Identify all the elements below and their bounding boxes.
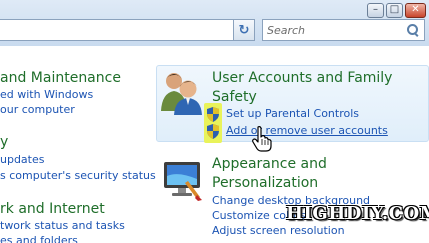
add-remove-accounts-link[interactable]: Add or remove user accounts	[226, 124, 388, 137]
window-controls: – □ ✕	[367, 3, 426, 18]
system-maintenance-heading[interactable]: and Maintenance	[0, 70, 121, 86]
uac-shield-icon	[207, 107, 219, 122]
search-icon[interactable]	[406, 23, 420, 37]
control-panel-content: and Maintenance ed with Windows our comp…	[0, 46, 429, 243]
window-chrome: – □ ✕ ↻ Search	[0, 0, 429, 46]
security-status-link[interactable]: s computer's security status	[0, 169, 156, 182]
uac-shield-icon	[207, 124, 219, 139]
backup-computer-link[interactable]: our computer	[0, 103, 75, 116]
users-icon[interactable]	[160, 69, 204, 115]
search-placeholder: Search	[267, 23, 306, 37]
minimize-button[interactable]: –	[367, 3, 384, 18]
search-input[interactable]: Search	[262, 19, 425, 41]
refresh-icon: ↻	[238, 22, 250, 38]
refresh-button[interactable]: ↻	[233, 19, 255, 41]
screen-resolution-link[interactable]: Adjust screen resolution	[212, 224, 345, 237]
share-files-link[interactable]: es and folders	[0, 234, 78, 243]
network-status-link[interactable]: twork status and tasks	[0, 219, 125, 232]
parental-controls-link[interactable]: Set up Parental Controls	[226, 107, 359, 120]
address-bar[interactable]	[0, 19, 248, 41]
check-updates-link[interactable]: updates	[0, 153, 45, 166]
close-button[interactable]: ✕	[405, 3, 426, 18]
network-internet-heading[interactable]: rk and Internet	[0, 201, 105, 217]
watermark: HIGHDIY.COM	[286, 203, 429, 224]
get-started-link[interactable]: ed with Windows	[0, 88, 93, 101]
display-paint-icon[interactable]	[160, 159, 204, 201]
security-heading[interactable]: y	[0, 134, 8, 150]
user-accounts-heading-line1[interactable]: User Accounts and Family	[212, 70, 392, 86]
hand-cursor-icon	[252, 126, 272, 152]
appearance-heading-line2[interactable]: Personalization	[212, 175, 318, 191]
maximize-button[interactable]: □	[386, 3, 403, 18]
appearance-heading-line1[interactable]: Appearance and	[212, 156, 327, 172]
